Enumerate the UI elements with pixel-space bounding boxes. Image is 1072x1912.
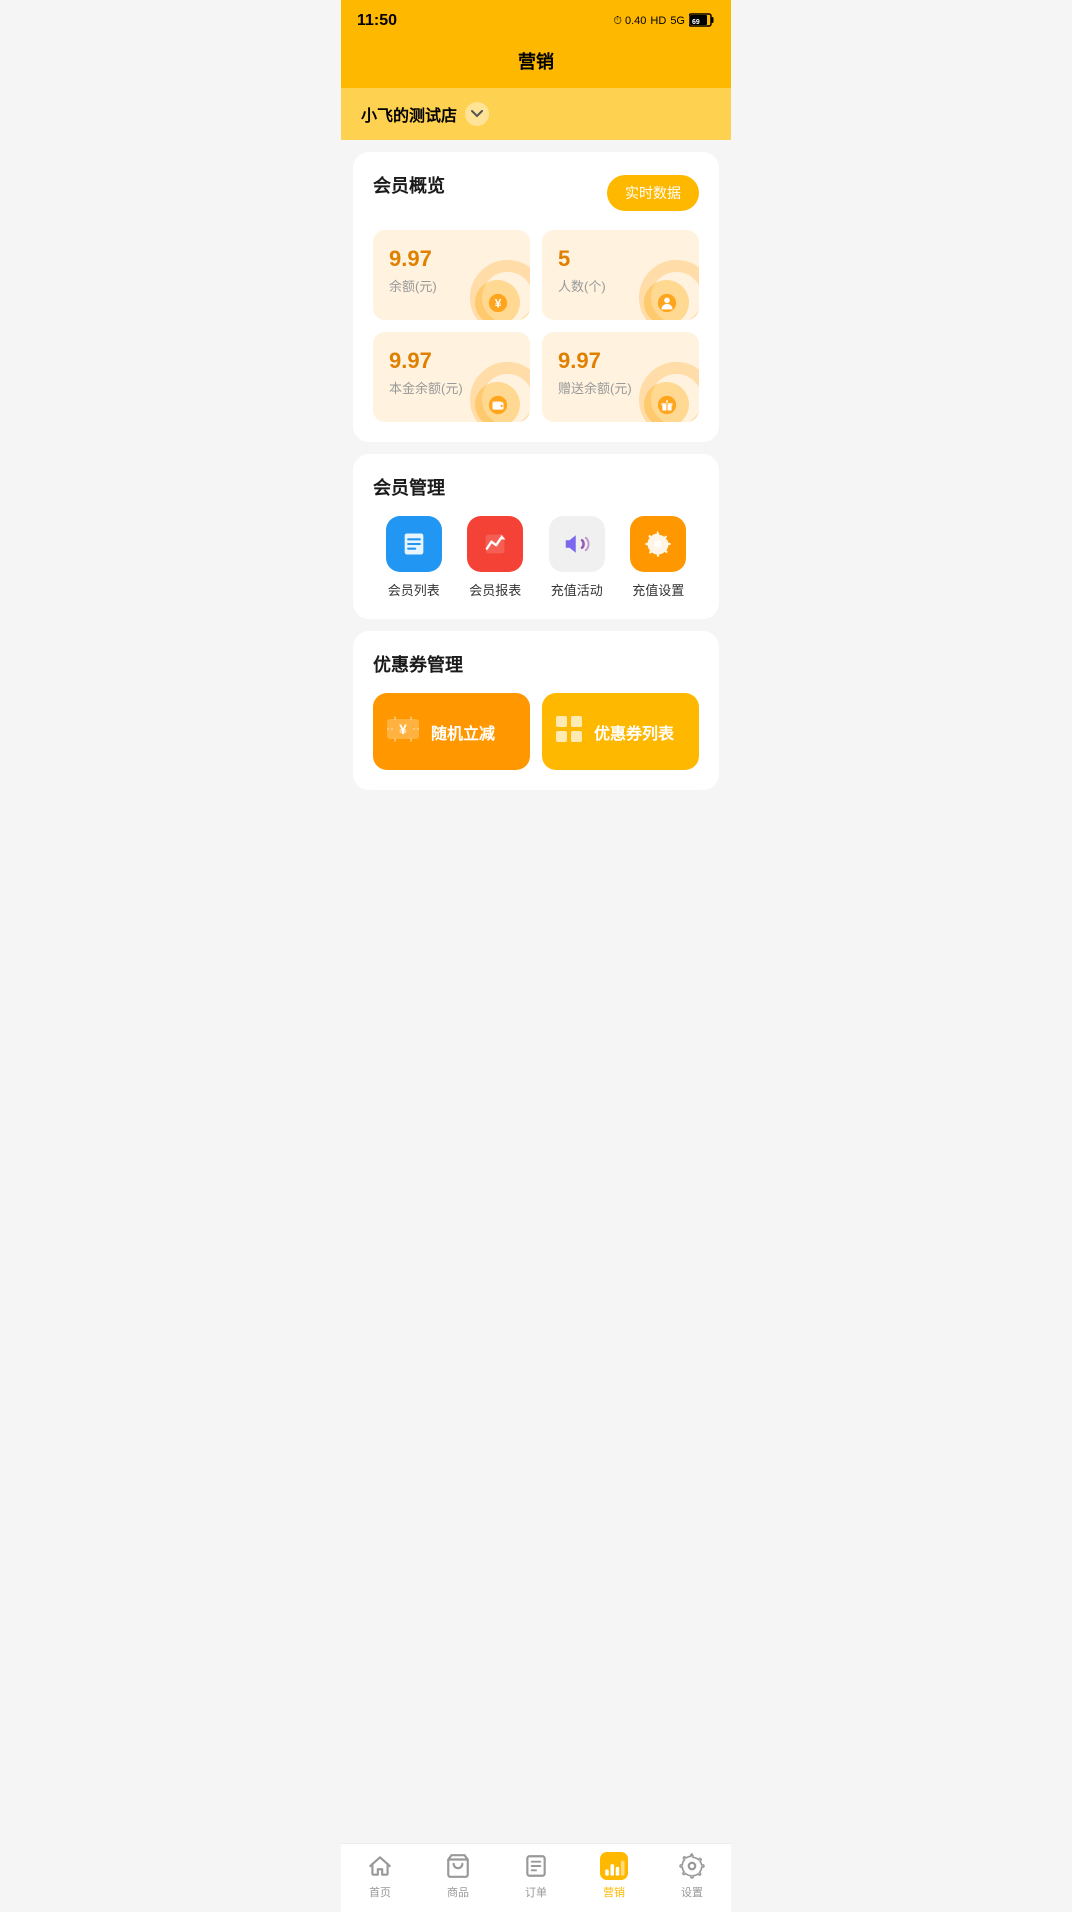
member-list-item[interactable]: 会员列表 (386, 516, 442, 599)
management-icons: 会员列表 会员报表 (373, 516, 699, 599)
store-dropdown-icon[interactable] (465, 102, 489, 126)
nav-home[interactable]: 首页 (350, 1852, 410, 1900)
realtime-data-button[interactable]: 实时数据 (607, 175, 699, 211)
orders-icon (522, 1852, 550, 1880)
gift-icon (644, 382, 689, 422)
recharge-activity-label: 充值活动 (551, 580, 603, 599)
recharge-setting-label: 充值设置 (632, 580, 684, 599)
random-discount-button[interactable]: ¥ 随机立减 (373, 693, 530, 770)
status-bar: 11:50 ⏱ 0.40 HD 5G 69 (341, 0, 731, 40)
nav-products[interactable]: 商品 (428, 1852, 488, 1900)
recharge-setting-icon (630, 516, 686, 572)
bottom-nav: 首页 商品 订单 (341, 1843, 731, 1912)
stat-gift[interactable]: 9.97 赠送余额(元) (542, 332, 699, 422)
signal-icon: 5G (670, 15, 685, 27)
settings-icon (678, 1852, 706, 1880)
balance-icon: ¥ (475, 280, 520, 320)
stat-count[interactable]: 5 人数(个) (542, 230, 699, 320)
member-report-label: 会员报表 (469, 580, 521, 599)
coupon-management-card: 优惠券管理 ¥ 随机立减 (353, 631, 719, 790)
products-icon (444, 1852, 472, 1880)
coupon-list-button[interactable]: 优惠券列表 (542, 693, 699, 770)
home-label: 首页 (369, 1884, 391, 1900)
page-title: 营销 (518, 52, 554, 72)
store-selector[interactable]: 小飞的测试店 (341, 88, 731, 140)
marketing-label: 营销 (603, 1884, 625, 1900)
member-list-label: 会员列表 (388, 580, 440, 599)
member-mgmt-title: 会员管理 (373, 474, 699, 500)
grid-icon (554, 714, 584, 749)
member-report-item[interactable]: 会员报表 (467, 516, 523, 599)
marketing-icon (600, 1852, 628, 1880)
coupon-mgmt-title: 优惠券管理 (373, 651, 699, 677)
status-icons: ⏱ 0.40 HD 5G 69 (613, 13, 715, 30)
header: 营销 (341, 40, 731, 88)
hd-icon: HD (650, 15, 666, 27)
member-management-card: 会员管理 会员列表 (353, 454, 719, 619)
nav-marketing[interactable]: 营销 (584, 1852, 644, 1900)
coupon-buttons: ¥ 随机立减 优惠券列表 (373, 693, 699, 770)
settings-label: 设置 (681, 1884, 703, 1900)
stat-principal[interactable]: 9.97 本金余额(元) (373, 332, 530, 422)
member-overview-title: 会员概览 (373, 172, 445, 198)
person-icon (644, 280, 689, 320)
recharge-activity-item[interactable]: 充值活动 (549, 516, 605, 599)
svg-text:¥: ¥ (399, 721, 407, 737)
battery-level: 69 (689, 13, 715, 30)
recharge-activity-icon (549, 516, 605, 572)
member-overview-card: 会员概览 实时数据 9.97 余额(元) ¥ 5 人数(个) (353, 152, 719, 442)
coupon-list-label: 优惠券列表 (594, 720, 674, 744)
nav-settings[interactable]: 设置 (662, 1852, 722, 1900)
ticket-icon: ¥ (385, 711, 421, 752)
store-name: 小飞的测试店 (361, 102, 457, 126)
recharge-setting-item[interactable]: 充值设置 (630, 516, 686, 599)
products-label: 商品 (447, 1884, 469, 1900)
home-icon (366, 1852, 394, 1880)
member-report-icon (467, 516, 523, 572)
svg-text:69: 69 (692, 19, 700, 26)
orders-label: 订单 (525, 1884, 547, 1900)
main-content: 会员概览 实时数据 9.97 余额(元) ¥ 5 人数(个) (341, 140, 731, 870)
battery-icon: ⏱ 0.40 (613, 15, 646, 28)
status-time: 11:50 (357, 12, 397, 30)
member-list-icon (386, 516, 442, 572)
nav-orders[interactable]: 订单 (506, 1852, 566, 1900)
random-discount-label: 随机立减 (431, 720, 495, 744)
wallet-icon (475, 382, 520, 422)
stat-balance[interactable]: 9.97 余额(元) ¥ (373, 230, 530, 320)
stats-grid: 9.97 余额(元) ¥ 5 人数(个) (373, 230, 699, 422)
card-header: 会员概览 实时数据 (373, 172, 699, 214)
svg-text:¥: ¥ (494, 296, 501, 310)
